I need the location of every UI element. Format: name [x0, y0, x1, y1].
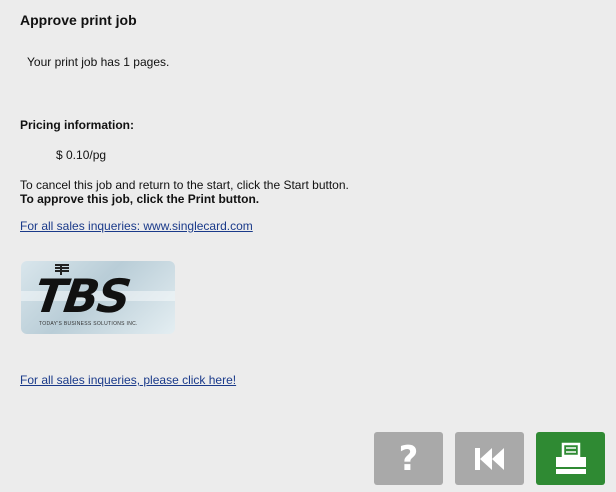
skip-back-icon — [474, 447, 504, 470]
help-button[interactable]: ? — [374, 432, 443, 485]
page-title: Approve print job — [20, 12, 137, 28]
sales-link-website[interactable]: For all sales inqueries: www.singlecard.… — [20, 219, 253, 233]
approve-instruction: To approve this job, click the Print but… — [20, 192, 260, 206]
page-count-text: Your print job has 1 pages. — [27, 55, 170, 69]
pricing-heading: Pricing information: — [20, 118, 134, 132]
logo-text: TBS — [31, 269, 133, 323]
question-mark-icon: ? — [398, 438, 419, 479]
print-button[interactable] — [536, 432, 605, 485]
printer-icon — [555, 442, 586, 474]
price-per-page: $ 0.10/pg — [56, 148, 107, 162]
tbs-logo: TBS TODAY'S BUSINESS SOLUTIONS INC. — [21, 261, 175, 334]
start-button[interactable] — [455, 432, 524, 485]
logo-tagline: TODAY'S BUSINESS SOLUTIONS INC. — [39, 321, 138, 327]
cancel-instruction: To cancel this job and return to the sta… — [20, 178, 349, 192]
sales-link-click-here[interactable]: For all sales inqueries, please click he… — [20, 373, 236, 387]
